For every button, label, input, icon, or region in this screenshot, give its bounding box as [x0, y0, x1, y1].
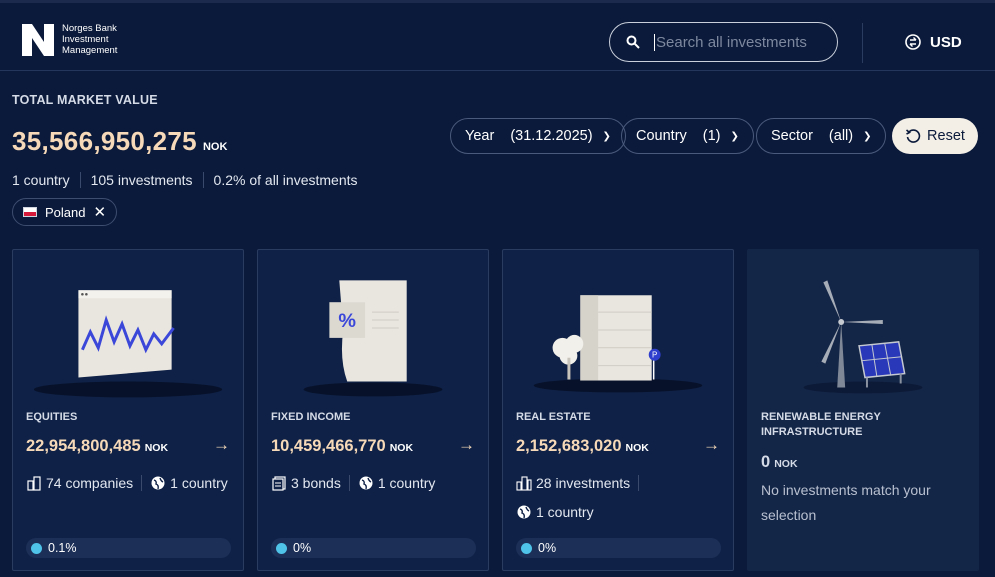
renewable-energy-illustration — [803, 280, 923, 394]
card-title: REAL ESTATE — [516, 411, 591, 423]
share-label: 0% — [293, 541, 312, 555]
bonds-count: 3 bonds — [271, 475, 349, 491]
building-icon — [27, 476, 41, 491]
card-value: 0 NOK — [761, 453, 798, 472]
card-title: FIXED INCOME — [271, 411, 351, 423]
top-bar: Norges Bank Investment Management USD — [0, 0, 995, 71]
logo-line-2: Investment — [62, 34, 109, 45]
buildings-icon — [516, 476, 532, 491]
chevron-down-icon: ❯ — [602, 130, 611, 142]
search-input[interactable] — [654, 33, 829, 51]
total-value-unit: NOK — [202, 141, 228, 153]
total-market-value: 35,566,950,275 NOK — [12, 126, 227, 157]
currency-swap-icon — [905, 34, 921, 50]
chevron-down-icon: ❯ — [730, 130, 739, 142]
search-box[interactable] — [609, 22, 838, 62]
card-value-unit: NOK — [774, 458, 798, 470]
card-value: 2,152,683,020 NOK — [516, 437, 649, 456]
card-value-number: 0 — [761, 453, 771, 471]
investments-count: 28 investments — [516, 475, 640, 491]
globe-icon — [359, 476, 373, 490]
currency-toggle[interactable]: USD — [904, 33, 962, 51]
equities-card[interactable]: EQUITIES 22,954,800,485 NOK → 74 compani… — [12, 249, 244, 571]
sector-filter[interactable]: Sector (all) ❯ — [756, 118, 887, 154]
no-investments-message: No investments match your selection — [761, 482, 931, 523]
year-filter-value: (31.12.2025) — [510, 128, 593, 144]
sector-filter-label: Sector — [771, 128, 813, 144]
share-label: 0% — [538, 541, 557, 555]
card-value: 10,459,466,770 NOK — [271, 437, 413, 456]
arrow-right-icon[interactable]: → — [703, 435, 720, 455]
card-title: EQUITIES — [26, 411, 78, 423]
poland-flag-icon — [23, 207, 37, 217]
share-bar: 0% — [271, 538, 476, 558]
stat-investments: 105 investments — [79, 172, 203, 188]
share-bar: 0% — [516, 538, 721, 558]
bond-icon — [272, 476, 286, 491]
real-estate-building-illustration: P — [533, 295, 703, 393]
year-filter-label: Year — [465, 128, 495, 144]
stat-share: 0.2% of all investments — [202, 172, 368, 188]
share-label: 0.1% — [48, 541, 77, 555]
renewable-energy-card: RENEWABLE ENERGY INFRASTRUCTURE 0 NOK No… — [747, 249, 979, 571]
year-filter[interactable]: Year (31.12.2025) ❯ — [450, 118, 626, 154]
card-value-unit: NOK — [144, 442, 169, 454]
country-filter[interactable]: Country (1) ❯ — [621, 118, 754, 154]
reset-label: Reset — [927, 128, 965, 144]
fixed-income-card[interactable]: % FIXED INCOME 10,459,466,770 NOK → 3 bo… — [257, 249, 489, 571]
card-value-unit: NOK — [625, 442, 649, 454]
country-filter-value: (1) — [702, 128, 721, 144]
country-count: 1 country — [516, 504, 594, 520]
svg-text:P: P — [652, 351, 657, 360]
arrow-right-icon[interactable]: → — [213, 435, 230, 455]
equities-chart-illustration — [33, 290, 223, 398]
search-icon — [626, 35, 640, 49]
logo-line-3: Management — [62, 45, 118, 56]
card-value-number: 22,954,800,485 — [26, 437, 141, 455]
country-filter-label: Country — [636, 128, 687, 144]
total-market-value-label: TOTAL MARKET VALUE — [12, 93, 158, 107]
close-icon[interactable]: ✕ — [93, 203, 106, 221]
card-value-number: 2,152,683,020 — [516, 437, 622, 455]
sector-filter-value: (all) — [828, 128, 854, 144]
share-dot — [276, 542, 287, 554]
reset-icon — [906, 129, 921, 143]
header-divider — [862, 23, 863, 63]
share-dot — [31, 542, 42, 554]
card-value: 22,954,800,485 NOK — [26, 437, 168, 456]
share-dot — [521, 542, 532, 554]
chip-label: Poland — [45, 204, 86, 220]
real-estate-card[interactable]: P REAL ESTATE 2,152,683,020 NOK → 28 inv… — [502, 249, 734, 571]
stat-countries: 1 country — [12, 172, 70, 188]
logo-line-1: Norges Bank — [62, 23, 117, 34]
chevron-down-icon: ❯ — [863, 130, 872, 142]
card-value-number: 10,459,466,770 — [271, 437, 386, 455]
nbim-logo[interactable]: Norges Bank Investment Management — [22, 23, 142, 56]
card-title: RENEWABLE ENERGY INFRASTRUCTURE — [761, 411, 881, 438]
country-count: 1 country — [348, 475, 444, 491]
arrow-right-icon[interactable]: → — [458, 435, 475, 455]
currency-label: USD — [930, 33, 962, 51]
country-count: 1 country — [141, 475, 236, 491]
svg-text:%: % — [338, 310, 356, 332]
globe-icon — [517, 505, 531, 519]
companies-count: 74 companies — [26, 475, 141, 491]
summary-stats: 1 country 105 investments 0.2% of all in… — [12, 172, 368, 188]
active-filter-chip[interactable]: Poland ✕ — [12, 198, 118, 226]
share-bar: 0.1% — [26, 538, 231, 558]
nbim-logo-icon — [22, 23, 54, 56]
globe-icon — [151, 476, 165, 490]
card-value-unit: NOK — [389, 442, 414, 454]
reset-button[interactable]: Reset — [892, 118, 978, 154]
fixed-income-document-illustration: % — [303, 280, 443, 397]
total-value-number: 35,566,950,275 — [12, 126, 197, 156]
